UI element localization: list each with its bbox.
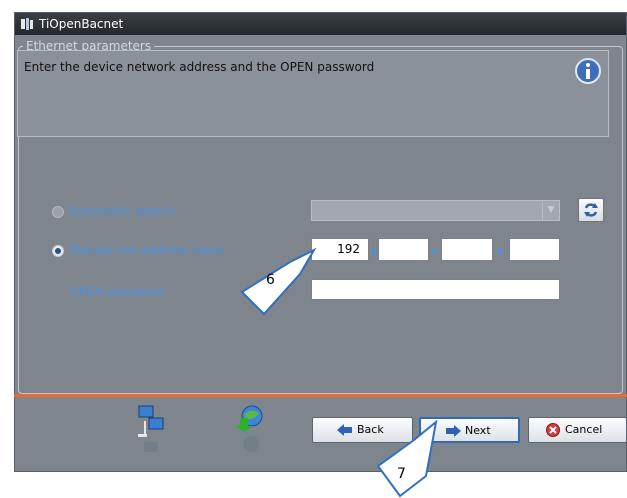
cancel-icon bbox=[546, 423, 560, 437]
automatic-search-radio[interactable] bbox=[52, 206, 64, 218]
globe-download-icon bbox=[235, 405, 263, 452]
ip-octet-1-input[interactable]: 192 bbox=[311, 238, 369, 261]
ip-separator bbox=[498, 250, 502, 254]
ip-octet-2-input[interactable] bbox=[378, 238, 429, 261]
info-icon bbox=[575, 58, 601, 84]
network-computers-icon bbox=[138, 405, 164, 452]
ip-separator bbox=[372, 250, 376, 254]
refresh-icon bbox=[584, 203, 598, 217]
ip-separator bbox=[432, 250, 436, 254]
next-button-label: Next bbox=[465, 424, 491, 437]
info-text: Enter the device network address and the… bbox=[24, 60, 375, 74]
refresh-button[interactable] bbox=[578, 198, 604, 222]
open-password-input[interactable] bbox=[311, 279, 560, 300]
step-number-6: 6 bbox=[266, 272, 275, 288]
open-password-label: OPEN password bbox=[70, 285, 165, 299]
window-title: TiOpenBacnet bbox=[39, 17, 124, 31]
ip-octet-4-input[interactable] bbox=[509, 238, 560, 261]
device-select[interactable]: ▼ bbox=[311, 200, 560, 221]
step-callout-7 bbox=[376, 419, 438, 498]
info-panel: Enter the device network address and the… bbox=[17, 50, 609, 137]
arrow-left-icon bbox=[337, 424, 352, 436]
step-number-7: 7 bbox=[397, 466, 406, 482]
automatic-search-label[interactable]: Automatic search bbox=[70, 204, 175, 218]
manual-input-radio[interactable] bbox=[52, 245, 64, 257]
chevron-down-icon[interactable]: ▼ bbox=[542, 201, 559, 220]
cancel-button-label: Cancel bbox=[565, 423, 603, 436]
footer-separator bbox=[14, 394, 627, 397]
cancel-button[interactable]: Cancel bbox=[528, 417, 627, 443]
title-bar: TiOpenBacnet bbox=[15, 13, 626, 35]
ip-octet-3-input[interactable] bbox=[441, 238, 493, 261]
manual-input-label[interactable]: Manual net-address input bbox=[70, 243, 223, 257]
app-icon bbox=[21, 18, 33, 30]
step-callout-6 bbox=[240, 247, 317, 316]
